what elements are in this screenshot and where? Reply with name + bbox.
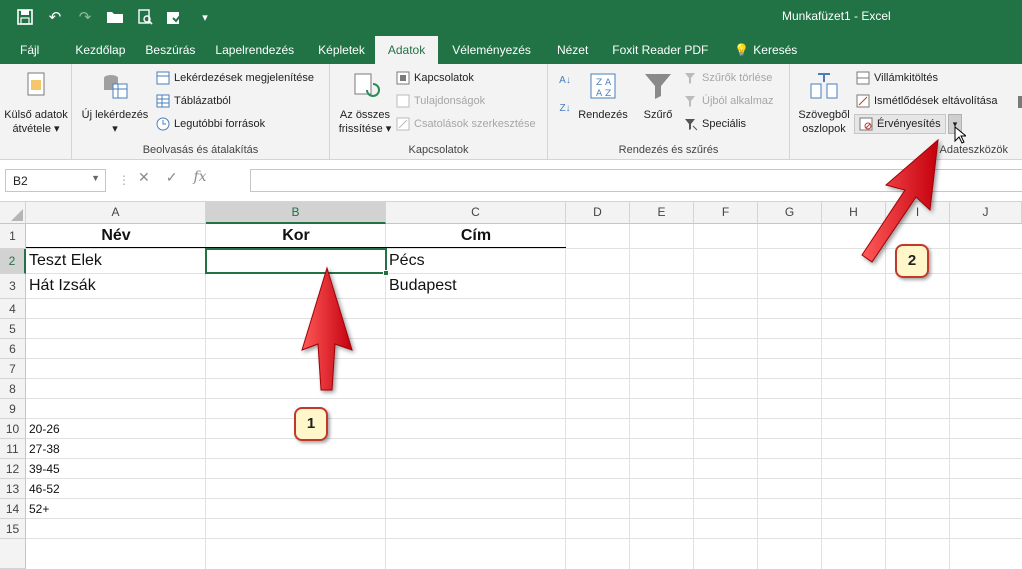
callout-1: 1 [294,407,328,441]
arrow-1 [301,266,353,391]
annotation-arrows [301,138,939,391]
callout-2: 2 [895,244,929,278]
